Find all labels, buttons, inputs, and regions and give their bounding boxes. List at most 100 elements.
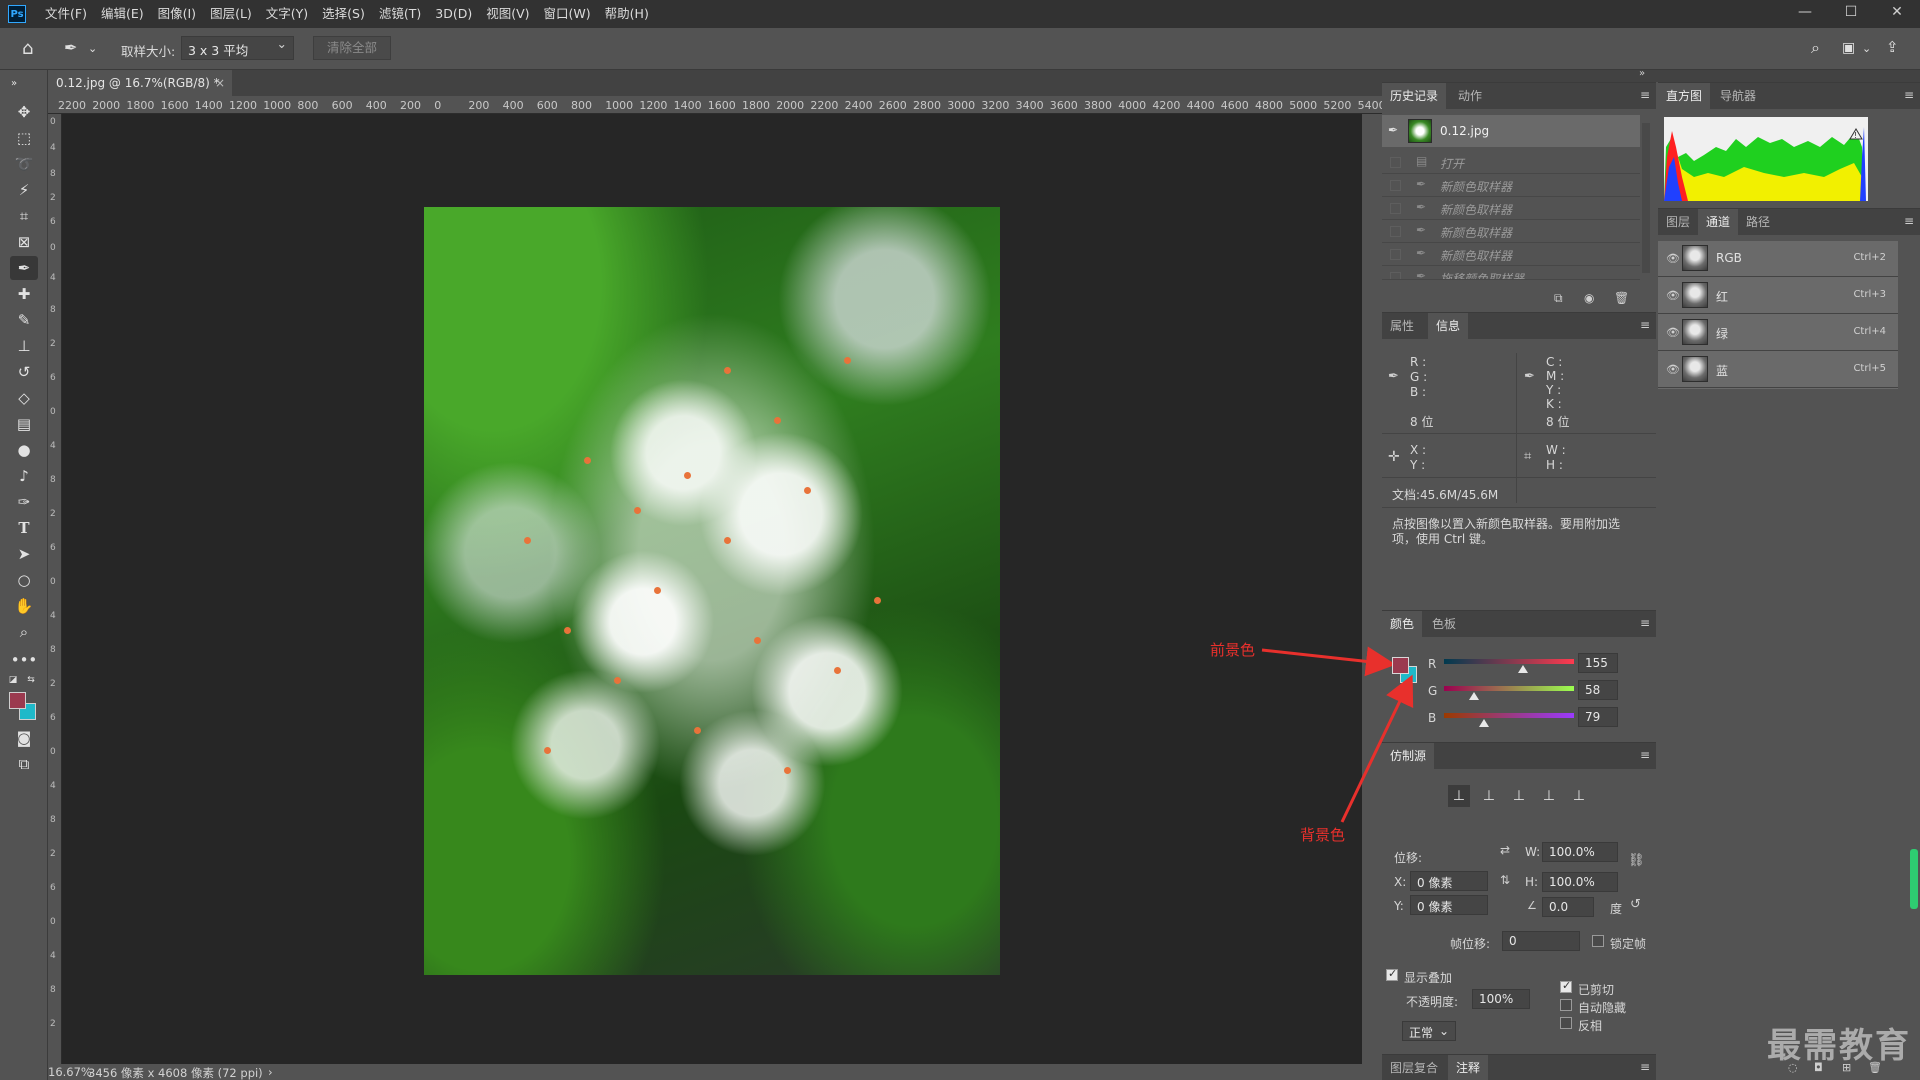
menu-edit[interactable]: 编辑(E) xyxy=(94,0,151,28)
crop-tool-icon[interactable]: ⌗ xyxy=(10,204,38,228)
blend-mode-select[interactable]: 正常 ⌄ xyxy=(1402,1021,1456,1041)
clone-source-2-icon[interactable]: ⊥ xyxy=(1478,785,1500,807)
eyedropper-tool-icon[interactable]: ✒ xyxy=(10,256,38,280)
green-slider[interactable] xyxy=(1444,686,1574,691)
tab-info[interactable]: 信息 xyxy=(1428,313,1469,339)
tab-history[interactable]: 历史记录 xyxy=(1382,83,1447,109)
close-window-button[interactable]: ✕ xyxy=(1874,0,1920,24)
history-item[interactable]: ✒ 新颜色取样器 xyxy=(1382,220,1640,243)
color-sampler-tool-icon[interactable]: ✒ xyxy=(64,38,77,57)
blue-value-field[interactable]: 79 xyxy=(1578,707,1618,727)
lasso-tool-icon[interactable]: ➰ xyxy=(10,152,38,176)
reset-transform-icon[interactable]: ↺ xyxy=(1630,897,1641,912)
tab-layers[interactable]: 图层 xyxy=(1658,209,1698,235)
width-scale-field[interactable]: 100.0% xyxy=(1542,842,1618,862)
dodge-tool-icon[interactable]: ♪ xyxy=(10,464,38,488)
status-menu-arrow-icon[interactable]: › xyxy=(268,1065,273,1079)
menu-help[interactable]: 帮助(H) xyxy=(598,0,656,28)
flip-vertical-icon[interactable]: ⇅ xyxy=(1500,873,1510,887)
height-scale-field[interactable]: 100.0% xyxy=(1542,872,1618,892)
clone-source-4-icon[interactable]: ⊥ xyxy=(1538,785,1560,807)
blue-slider[interactable] xyxy=(1444,713,1574,718)
visibility-eye-icon[interactable]: 👁 xyxy=(1666,326,1680,339)
history-scrollbar[interactable] xyxy=(1642,123,1650,273)
visibility-eye-icon[interactable]: 👁 xyxy=(1666,289,1680,302)
workspace-icon[interactable]: ▣ xyxy=(1842,40,1855,56)
default-colors-icon[interactable]: ◪ xyxy=(6,668,20,692)
lock-frame-checkbox[interactable] xyxy=(1592,935,1604,947)
clone-source-1-icon[interactable]: ⊥ xyxy=(1448,785,1470,807)
sample-size-select[interactable]: 3 x 3 平均 xyxy=(181,36,294,60)
menu-image[interactable]: 图像(I) xyxy=(151,0,203,28)
invert-checkbox[interactable] xyxy=(1560,1017,1572,1029)
tab-layer-comps[interactable]: 图层复合 xyxy=(1382,1055,1446,1080)
angle-field[interactable]: 0.0 xyxy=(1542,897,1594,917)
tool-preset-chevron-icon[interactable]: ⌄ xyxy=(88,42,97,55)
frame-offset-field[interactable]: 0 xyxy=(1502,931,1580,951)
channels-panel-menu-icon[interactable]: ≡ xyxy=(1904,214,1914,228)
menu-3d[interactable]: 3D(D) xyxy=(428,0,479,28)
share-icon[interactable]: ⇪ xyxy=(1886,38,1899,56)
menu-filter[interactable]: 滤镜(T) xyxy=(372,0,428,28)
channel-row-green[interactable]: 👁 绿 Ctrl+4 xyxy=(1658,315,1898,351)
quick-mask-icon[interactable]: ◙ xyxy=(10,726,38,750)
menu-file[interactable]: 文件(F) xyxy=(38,0,94,28)
trash-icon[interactable]: 🗑 xyxy=(1614,291,1629,305)
menu-layer[interactable]: 图层(L) xyxy=(203,0,259,28)
search-icon[interactable]: ⌕ xyxy=(1811,38,1820,58)
red-slider-thumb[interactable] xyxy=(1518,665,1529,673)
ellipse-tool-icon[interactable]: ○ xyxy=(10,568,38,592)
flip-horizontal-icon[interactable]: ⇄ xyxy=(1500,843,1510,857)
history-panel-menu-icon[interactable]: ≡ xyxy=(1640,88,1650,102)
menu-window[interactable]: 窗口(W) xyxy=(537,0,598,28)
marquee-tool-icon[interactable]: ⬚ xyxy=(10,126,38,150)
menu-select[interactable]: 选择(S) xyxy=(315,0,372,28)
document-tab[interactable]: 0.12.jpg @ 16.7%(RGB/8) * × xyxy=(48,70,232,96)
notes-panel-menu-icon[interactable]: ≡ xyxy=(1640,1060,1650,1074)
canvas-scrollbar[interactable] xyxy=(1362,114,1382,1064)
maximize-button[interactable]: ☐ xyxy=(1828,0,1874,24)
offset-x-field[interactable]: 0 像素 xyxy=(1410,871,1488,891)
move-tool-icon[interactable]: ✥ xyxy=(10,100,38,124)
tab-color[interactable]: 颜色 xyxy=(1382,611,1423,637)
auto-hide-checkbox[interactable] xyxy=(1560,999,1572,1011)
zoom-level[interactable]: 16.67% xyxy=(48,1065,92,1079)
history-item[interactable]: ✒ 新颜色取样器 xyxy=(1382,174,1640,197)
panel-scroll-indicator[interactable] xyxy=(1910,849,1918,909)
red-slider[interactable] xyxy=(1444,659,1574,664)
blur-tool-icon[interactable]: ● xyxy=(10,438,38,462)
clipped-checkbox[interactable] xyxy=(1560,979,1572,993)
tab-histogram[interactable]: 直方图 xyxy=(1658,83,1711,109)
hand-tool-icon[interactable]: ✋ xyxy=(10,594,38,618)
visibility-eye-icon[interactable]: 👁 xyxy=(1666,363,1680,376)
menu-view[interactable]: 视图(V) xyxy=(479,0,536,28)
path-selection-tool-icon[interactable]: ➤ xyxy=(10,542,38,566)
new-document-from-state-icon[interactable]: ⧉ xyxy=(1554,291,1563,306)
tab-clone-source[interactable]: 仿制源 xyxy=(1382,743,1435,769)
tab-channels[interactable]: 通道 xyxy=(1698,209,1739,235)
snapshot-brush-icon[interactable]: ✒ xyxy=(1388,123,1398,137)
minimize-button[interactable]: — xyxy=(1782,0,1828,24)
info-panel-menu-icon[interactable]: ≡ xyxy=(1640,318,1650,332)
tab-actions[interactable]: 动作 xyxy=(1450,83,1490,109)
zoom-tool-icon[interactable]: ⌕ xyxy=(10,620,38,644)
green-slider-thumb[interactable] xyxy=(1468,692,1479,700)
histogram-panel-menu-icon[interactable]: ≡ xyxy=(1904,88,1914,102)
healing-brush-tool-icon[interactable]: ✚ xyxy=(10,282,38,306)
channel-row-rgb[interactable]: 👁 RGB Ctrl+2 xyxy=(1658,241,1898,277)
clone-panel-menu-icon[interactable]: ≡ xyxy=(1640,748,1650,762)
clear-all-button[interactable]: 清除全部 xyxy=(313,36,391,60)
blue-slider-thumb[interactable] xyxy=(1479,719,1490,727)
opacity-field[interactable]: 100% xyxy=(1472,989,1530,1009)
history-snapshot[interactable]: ✒ 0.12.jpg xyxy=(1382,115,1640,147)
green-value-field[interactable]: 58 xyxy=(1578,680,1618,700)
document-image[interactable] xyxy=(424,207,1000,975)
eraser-tool-icon[interactable]: ◇ xyxy=(10,386,38,410)
magic-wand-tool-icon[interactable]: ⚡ xyxy=(10,178,38,202)
channel-row-blue[interactable]: 👁 蓝 Ctrl+5 xyxy=(1658,352,1898,388)
history-item[interactable]: ✒ 新颜色取样器 xyxy=(1382,197,1640,220)
history-brush-tool-icon[interactable]: ↺ xyxy=(10,360,38,384)
history-item[interactable]: ✒ 新颜色取样器 xyxy=(1382,243,1640,266)
red-value-field[interactable]: 155 xyxy=(1578,653,1618,673)
offset-y-field[interactable]: 0 像素 xyxy=(1410,895,1488,915)
